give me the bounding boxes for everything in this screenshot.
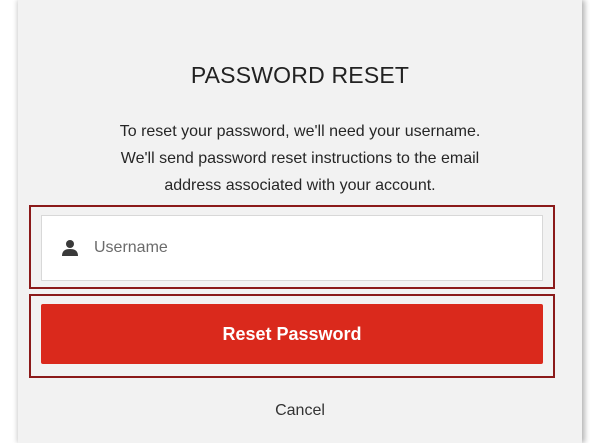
reset-password-button[interactable]: Reset Password bbox=[41, 304, 543, 364]
password-reset-panel: PASSWORD RESET To reset your password, w… bbox=[18, 0, 582, 443]
page-title: PASSWORD RESET bbox=[190, 62, 410, 88]
instructions-line: We'll send password reset instructions t… bbox=[120, 150, 480, 167]
instructions-line: To reset your password, we'll need your … bbox=[119, 123, 481, 140]
instructions-text: To reset your password, we'll need your … bbox=[63, 118, 537, 199]
username-input[interactable] bbox=[94, 239, 474, 257]
cancel-link[interactable]: Cancel bbox=[18, 402, 582, 420]
instructions-line: address associated with your account. bbox=[164, 177, 436, 194]
user-icon bbox=[61, 239, 79, 257]
username-field[interactable] bbox=[41, 215, 543, 281]
